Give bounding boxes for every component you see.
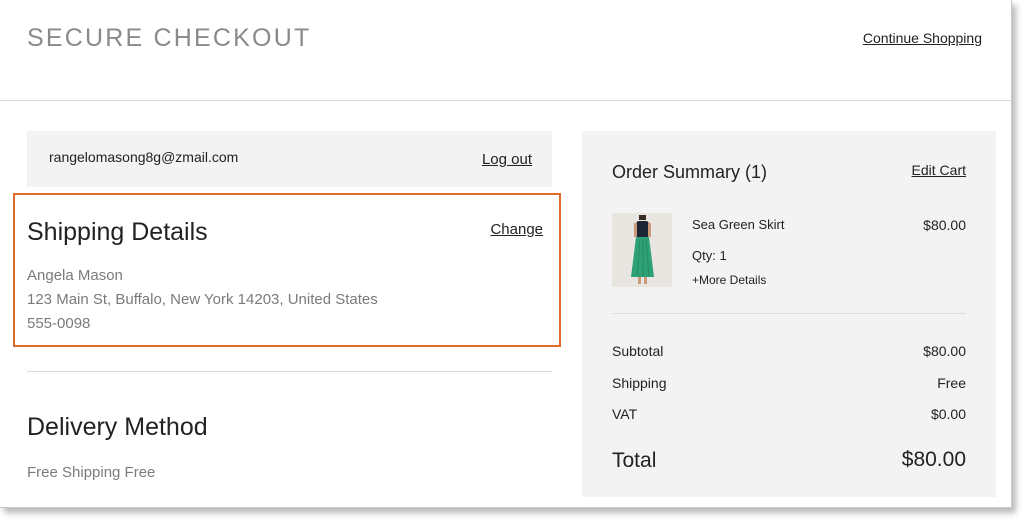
- product-thumbnail[interactable]: [612, 213, 672, 287]
- edit-cart-link[interactable]: Edit Cart: [912, 162, 966, 178]
- delivery-method-title: Delivery Method: [27, 413, 208, 441]
- vat-label: VAT: [612, 406, 638, 422]
- product-price: $80.00: [923, 217, 966, 233]
- checkout-page: SECURE CHECKOUT Continue Shopping rangel…: [0, 0, 1012, 508]
- account-email: rangelomasong8g@zmail.com: [49, 149, 239, 165]
- page-title: SECURE CHECKOUT: [27, 24, 312, 52]
- subtotal-value: $80.00: [923, 343, 966, 359]
- shipping-value: Free: [937, 375, 966, 391]
- subtotal-label: Subtotal: [612, 343, 664, 359]
- order-summary-panel: Order Summary (1) Edit Cart Sea Green Sk…: [582, 131, 996, 497]
- product-quantity: Qty: 1: [692, 248, 727, 263]
- page-header: SECURE CHECKOUT Continue Shopping: [0, 0, 1011, 101]
- change-shipping-link[interactable]: Change: [490, 221, 543, 238]
- continue-shopping-link[interactable]: Continue Shopping: [863, 30, 982, 46]
- more-details-link[interactable]: +More Details: [692, 273, 766, 287]
- shipping-name: Angela Mason: [27, 267, 123, 284]
- section-divider: [27, 371, 552, 372]
- delivery-method-value: Free Shipping Free: [27, 464, 156, 481]
- vat-value: $0.00: [930, 406, 966, 422]
- product-name: Sea Green Skirt: [692, 217, 785, 232]
- shipping-address: 123 Main St, Buffalo, New York 14203, Un…: [27, 291, 378, 308]
- account-bar: rangelomasong8g@zmail.com Log out: [27, 131, 552, 187]
- summary-divider: [612, 313, 966, 314]
- order-summary-title: Order Summary (1): [612, 162, 768, 182]
- total-label: Total: [612, 449, 657, 472]
- shipping-label: Shipping: [612, 375, 667, 391]
- logout-link[interactable]: Log out: [482, 151, 532, 168]
- shipping-details-section: Shipping Details Change Angela Mason 123…: [13, 193, 561, 347]
- shipping-details-title: Shipping Details: [27, 218, 208, 246]
- shipping-phone: 555-0098: [27, 315, 91, 332]
- total-value: $80.00: [901, 448, 966, 471]
